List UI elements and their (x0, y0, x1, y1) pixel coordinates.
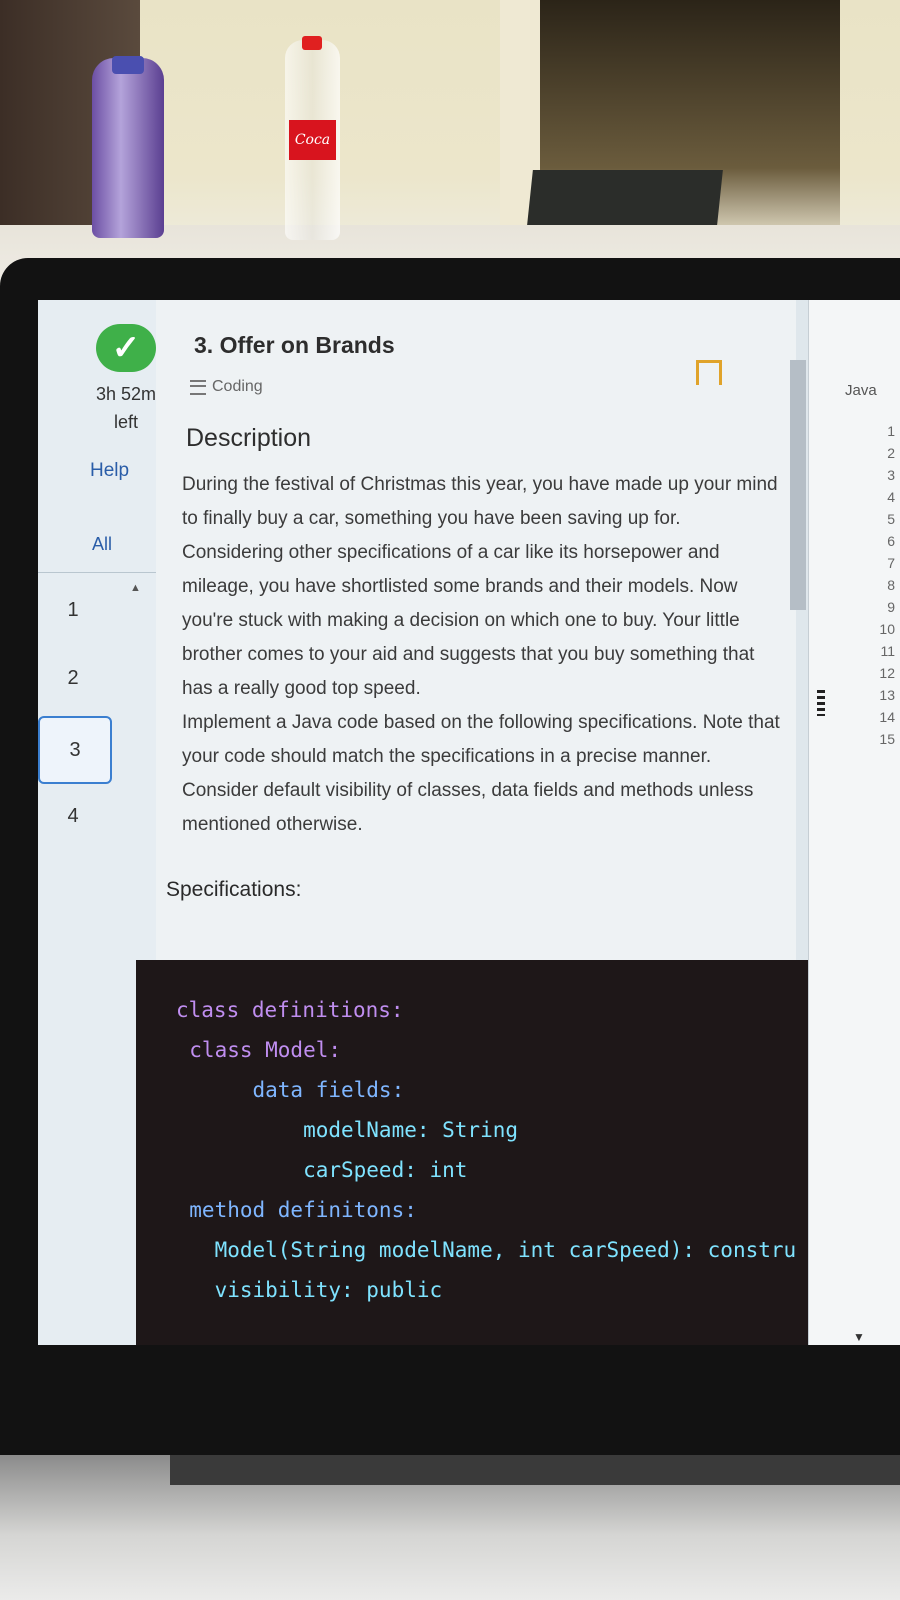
code-line: visibility: public (164, 1278, 443, 1302)
line-number: 11 (880, 643, 895, 659)
line-number: 9 (887, 599, 895, 615)
time-left-value: 3h 52m (95, 384, 157, 404)
background-bottle (92, 56, 164, 238)
line-number: 14 (879, 709, 895, 725)
code-line: class definitions: (176, 998, 404, 1022)
line-number: 6 (887, 533, 895, 549)
description-body: During the festival of Christmas this ye… (182, 468, 782, 842)
question-item-3[interactable]: 3 (38, 716, 112, 784)
all-questions-link[interactable]: All (92, 534, 112, 555)
description-heading: Description (186, 424, 312, 452)
background-doormat (527, 170, 723, 225)
nav-divider (38, 572, 156, 573)
help-link[interactable]: Help (90, 460, 129, 482)
screen: ✓ 3h 52m left Help All ▲ 1 2 3 4 3. Offe… (38, 300, 900, 1345)
code-line: modelName: String (164, 1118, 519, 1142)
list-icon (190, 379, 206, 395)
bookmark-icon[interactable] (696, 360, 722, 393)
language-select[interactable]: Java (845, 382, 877, 399)
laptop-base (0, 1455, 900, 1600)
description-paragraph: Implement a Java code based on the follo… (182, 712, 780, 835)
question-item-1[interactable]: 1 (38, 578, 108, 642)
line-number: 5 (887, 511, 895, 527)
problem-panel: 3. Offer on Brands Coding Description Du… (136, 300, 816, 1345)
description-paragraph: During the festival of Christmas this ye… (182, 474, 778, 699)
line-number: 1 (887, 423, 895, 439)
code-line: carSpeed: int (164, 1158, 468, 1182)
line-number: 12 (879, 665, 895, 681)
line-numbers: 1 2 3 4 5 6 7 8 9 10 11 12 13 14 15 (865, 420, 895, 750)
time-remaining: 3h 52m left (86, 380, 166, 436)
line-number: 15 (879, 731, 895, 747)
problem-scrollbar[interactable] (790, 360, 806, 610)
line-number: 3 (887, 467, 895, 483)
problem-type-label: Coding (212, 378, 263, 395)
line-number: 7 (887, 555, 895, 571)
code-line: class Model: (164, 1038, 342, 1062)
panel-resize-handle[interactable] (817, 690, 825, 716)
code-line: Model(String modelName, int carSpeed): c… (164, 1238, 797, 1262)
specifications-heading: Specifications: (166, 878, 302, 901)
background-coke-bottle: Coca (285, 36, 340, 240)
scroll-down-icon[interactable]: ▼ (853, 1330, 865, 1344)
code-editor-panel: Java 1 2 3 4 5 6 7 8 9 10 11 12 13 14 15… (808, 300, 900, 1345)
line-number: 4 (887, 489, 895, 505)
line-number: 10 (879, 621, 895, 637)
line-number: 13 (879, 687, 895, 703)
check-icon: ✓ (96, 324, 156, 372)
code-line: method definitons: (164, 1198, 417, 1222)
line-number: 8 (887, 577, 895, 593)
problem-type: Coding (190, 378, 263, 396)
code-line: data fields: (164, 1078, 405, 1102)
question-item-2[interactable]: 2 (38, 646, 108, 710)
bottle-label: Coca (289, 120, 336, 160)
line-number: 2 (887, 445, 895, 461)
specification-code-block: class definitions: class Model: data fie… (136, 960, 816, 1345)
question-item-4[interactable]: 4 (38, 784, 108, 848)
problem-title: 3. Offer on Brands (194, 332, 395, 358)
scroll-up-icon[interactable]: ▲ (130, 582, 141, 594)
time-left-suffix: left (113, 412, 138, 432)
